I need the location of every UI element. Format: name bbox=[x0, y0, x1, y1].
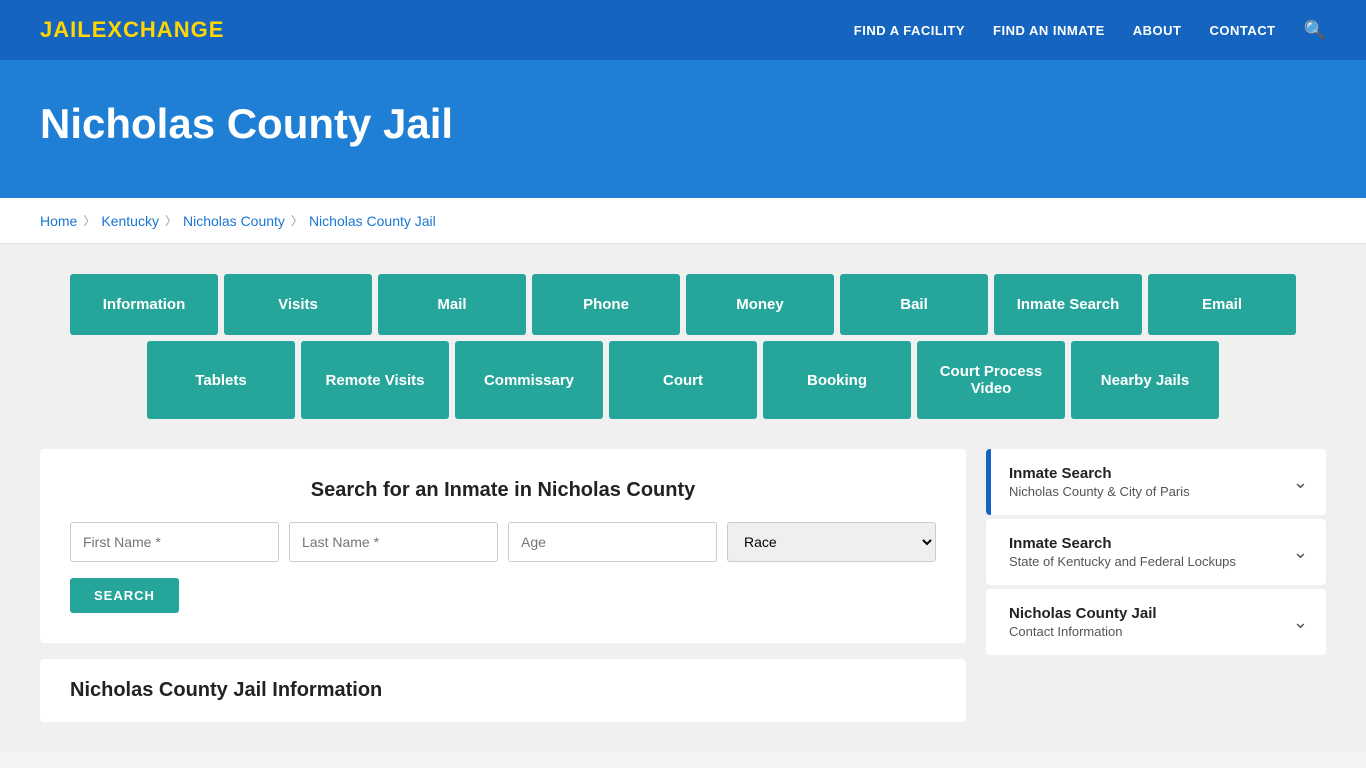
sidebar-card-1-title: Inmate Search Nicholas County & City of … bbox=[1009, 465, 1190, 499]
breadcrumb-kentucky[interactable]: Kentucky bbox=[101, 213, 159, 229]
search-fields: Race White Black Hispanic Asian Other bbox=[70, 522, 936, 562]
sidebar-card-3[interactable]: Nicholas County Jail Contact Information… bbox=[986, 589, 1326, 655]
sidebar-card-2[interactable]: Inmate Search State of Kentucky and Fede… bbox=[986, 519, 1326, 585]
btn-email[interactable]: Email bbox=[1148, 274, 1296, 335]
btn-court-process-video[interactable]: Court Process Video bbox=[917, 341, 1065, 419]
left-column: Search for an Inmate in Nicholas County … bbox=[40, 449, 966, 722]
btn-phone[interactable]: Phone bbox=[532, 274, 680, 335]
last-name-input[interactable] bbox=[289, 522, 498, 562]
btn-mail[interactable]: Mail bbox=[378, 274, 526, 335]
jail-info-title: Nicholas County Jail Information bbox=[70, 679, 936, 702]
btn-court[interactable]: Court bbox=[609, 341, 757, 419]
btn-money[interactable]: Money bbox=[686, 274, 834, 335]
btn-remote-visits[interactable]: Remote Visits bbox=[301, 341, 449, 419]
bottom-layout: Search for an Inmate in Nicholas County … bbox=[40, 449, 1326, 722]
sidebar-card-2-header[interactable]: Inmate Search State of Kentucky and Fede… bbox=[991, 519, 1326, 585]
logo-jail: JAIL bbox=[40, 17, 92, 42]
sidebar-card-3-header[interactable]: Nicholas County Jail Contact Information… bbox=[991, 589, 1326, 655]
sidebar-card-1-top-label: Inmate Search bbox=[1009, 465, 1190, 482]
nav-contact[interactable]: CONTACT bbox=[1209, 23, 1275, 38]
inmate-search-box: Search for an Inmate in Nicholas County … bbox=[40, 449, 966, 643]
btn-inmate-search[interactable]: Inmate Search bbox=[994, 274, 1142, 335]
sidebar-card-2-title: Inmate Search State of Kentucky and Fede… bbox=[1009, 535, 1236, 569]
jail-info-section: Nicholas County Jail Information bbox=[40, 659, 966, 722]
breadcrumb-sep-3: 〉 bbox=[291, 212, 303, 229]
chevron-down-icon-1: ⌄ bbox=[1293, 472, 1308, 493]
sidebar-card-3-sub-label: Contact Information bbox=[1009, 624, 1157, 639]
sidebar: Inmate Search Nicholas County & City of … bbox=[986, 449, 1326, 659]
sidebar-card-1-header[interactable]: Inmate Search Nicholas County & City of … bbox=[991, 449, 1326, 515]
nav-about[interactable]: ABOUT bbox=[1133, 23, 1182, 38]
btn-commissary[interactable]: Commissary bbox=[455, 341, 603, 419]
navbar-links: FIND A FACILITY FIND AN INMATE ABOUT CON… bbox=[854, 20, 1326, 41]
btn-tablets[interactable]: Tablets bbox=[147, 341, 295, 419]
page-title: Nicholas County Jail bbox=[40, 100, 1326, 148]
chevron-down-icon-2: ⌄ bbox=[1293, 542, 1308, 563]
nav-find-inmate[interactable]: FIND AN INMATE bbox=[993, 23, 1105, 38]
btn-booking[interactable]: Booking bbox=[763, 341, 911, 419]
chevron-down-icon-3: ⌄ bbox=[1293, 612, 1308, 633]
breadcrumb: Home 〉 Kentucky 〉 Nicholas County 〉 Nich… bbox=[40, 212, 1326, 229]
sidebar-card-3-top-label: Nicholas County Jail bbox=[1009, 605, 1157, 622]
logo-exchange: EXCHANGE bbox=[92, 17, 225, 42]
sidebar-card-2-sub-label: State of Kentucky and Federal Lockups bbox=[1009, 554, 1236, 569]
breadcrumb-bar: Home 〉 Kentucky 〉 Nicholas County 〉 Nich… bbox=[0, 198, 1366, 244]
btn-nearby-jails[interactable]: Nearby Jails bbox=[1071, 341, 1219, 419]
hero-section: Nicholas County Jail bbox=[0, 60, 1366, 198]
sidebar-card-3-title: Nicholas County Jail Contact Information bbox=[1009, 605, 1157, 639]
navbar: JAILEXCHANGE FIND A FACILITY FIND AN INM… bbox=[0, 0, 1366, 60]
age-input[interactable] bbox=[508, 522, 717, 562]
main-area: Information Visits Mail Phone Money Bail… bbox=[0, 244, 1366, 752]
feature-button-grid: Information Visits Mail Phone Money Bail… bbox=[40, 274, 1326, 419]
first-name-input[interactable] bbox=[70, 522, 279, 562]
race-select[interactable]: Race White Black Hispanic Asian Other bbox=[727, 522, 936, 562]
breadcrumb-home[interactable]: Home bbox=[40, 213, 77, 229]
search-box-title: Search for an Inmate in Nicholas County bbox=[70, 479, 936, 502]
search-submit-button[interactable]: SEARCH bbox=[70, 578, 179, 613]
sidebar-card-1[interactable]: Inmate Search Nicholas County & City of … bbox=[986, 449, 1326, 515]
sidebar-card-2-top-label: Inmate Search bbox=[1009, 535, 1236, 552]
breadcrumb-sep-2: 〉 bbox=[165, 212, 177, 229]
breadcrumb-current: Nicholas County Jail bbox=[309, 213, 436, 229]
search-icon[interactable]: 🔍 bbox=[1304, 20, 1326, 41]
site-logo[interactable]: JAILEXCHANGE bbox=[40, 17, 224, 43]
btn-visits[interactable]: Visits bbox=[224, 274, 372, 335]
breadcrumb-nicholas-county[interactable]: Nicholas County bbox=[183, 213, 285, 229]
btn-information[interactable]: Information bbox=[70, 274, 218, 335]
sidebar-card-1-sub-label: Nicholas County & City of Paris bbox=[1009, 484, 1190, 499]
btn-bail[interactable]: Bail bbox=[840, 274, 988, 335]
breadcrumb-sep-1: 〉 bbox=[83, 212, 95, 229]
nav-find-facility[interactable]: FIND A FACILITY bbox=[854, 23, 965, 38]
